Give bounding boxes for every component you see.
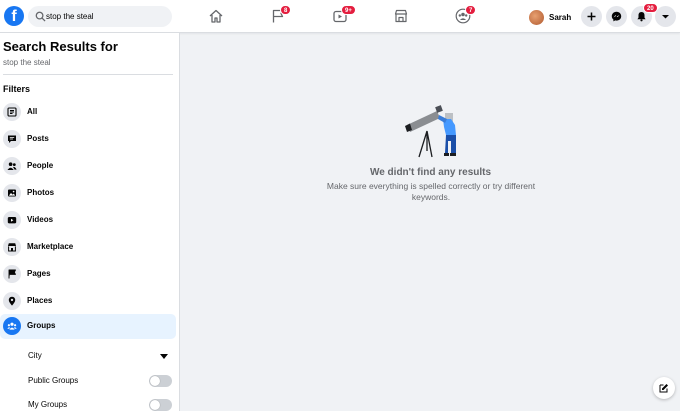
filter-posts[interactable]: Posts	[0, 127, 176, 152]
filter-marketplace[interactable]: Marketplace	[0, 235, 176, 260]
places-icon	[3, 292, 21, 310]
avatar[interactable]	[529, 9, 544, 25]
filter-label: Marketplace	[27, 242, 74, 251]
filter-label: All	[27, 107, 38, 116]
divider	[3, 74, 173, 75]
my-groups-row: My Groups	[28, 397, 174, 411]
caret-down-icon	[160, 354, 168, 359]
pages-badge: 8	[280, 5, 292, 15]
filter-label: People	[27, 161, 54, 170]
posts-icon	[3, 130, 21, 148]
public-groups-label: Public Groups	[28, 376, 79, 385]
filter-label: Places	[27, 296, 53, 305]
plus-icon	[587, 12, 596, 21]
new-message-button[interactable]	[653, 377, 675, 399]
filter-places[interactable]: Places	[0, 289, 176, 314]
public-groups-row: Public Groups	[28, 373, 174, 389]
profile-name[interactable]: Sarah	[549, 13, 571, 22]
store-icon[interactable]	[393, 8, 409, 24]
filter-label: Photos	[27, 188, 55, 197]
filter-videos[interactable]: Videos	[0, 208, 176, 233]
create-button[interactable]	[581, 6, 602, 27]
filter-pages[interactable]: Pages	[0, 262, 176, 287]
filter-people[interactable]: People	[0, 154, 176, 179]
compose-icon	[659, 384, 668, 393]
pages-icon	[3, 265, 21, 283]
public-groups-toggle[interactable]	[149, 375, 172, 387]
home-icon[interactable]	[208, 8, 224, 24]
my-groups-toggle[interactable]	[149, 399, 172, 411]
groups-icon	[3, 317, 21, 335]
photos-icon	[3, 184, 21, 202]
filters-heading: Filters	[3, 84, 31, 94]
marketplace-icon	[3, 238, 21, 256]
facebook-logo[interactable]: f	[4, 6, 24, 26]
filter-label: Posts	[27, 134, 49, 143]
search-input[interactable]	[46, 6, 166, 27]
search-filters-sidebar: Search Results for stop the steal Filter…	[0, 33, 180, 411]
empty-state-title: We didn't find any results	[369, 167, 492, 178]
all-results-icon	[3, 103, 21, 121]
search-results-area: We didn't find any results Make sure eve…	[181, 33, 680, 411]
city-filter-select[interactable]: City	[28, 348, 174, 364]
filter-all[interactable]: All	[0, 100, 176, 125]
filter-groups[interactable]: Groups	[0, 314, 176, 339]
search-icon	[35, 11, 46, 22]
profile-link[interactable]: Sarah	[529, 7, 571, 27]
videos-icon	[3, 211, 21, 229]
search-box[interactable]	[28, 6, 172, 27]
filter-label: Videos	[27, 215, 54, 224]
filter-label: Pages	[27, 269, 51, 278]
filter-label: Groups	[27, 321, 56, 330]
city-filter-label: City	[28, 351, 42, 360]
messenger-icon	[611, 11, 622, 22]
empty-state-subtitle: Make sure everything is spelled correctl…	[326, 181, 536, 202]
watch-badge: 9+	[341, 5, 356, 15]
account-menu-button[interactable]	[655, 6, 676, 27]
filter-photos[interactable]: Photos	[0, 181, 176, 206]
no-results-telescope-illustration	[405, 105, 456, 158]
caret-down-icon	[662, 15, 669, 19]
messenger-button[interactable]	[606, 6, 627, 27]
groups-badge: 7	[465, 5, 477, 15]
search-query-text: stop the steal	[3, 58, 51, 67]
people-icon	[3, 157, 21, 175]
my-groups-label: My Groups	[28, 400, 68, 409]
top-navigation-bar: f 8 9+ 7 Sarah	[0, 0, 680, 33]
page-title: Search Results for	[3, 39, 118, 54]
